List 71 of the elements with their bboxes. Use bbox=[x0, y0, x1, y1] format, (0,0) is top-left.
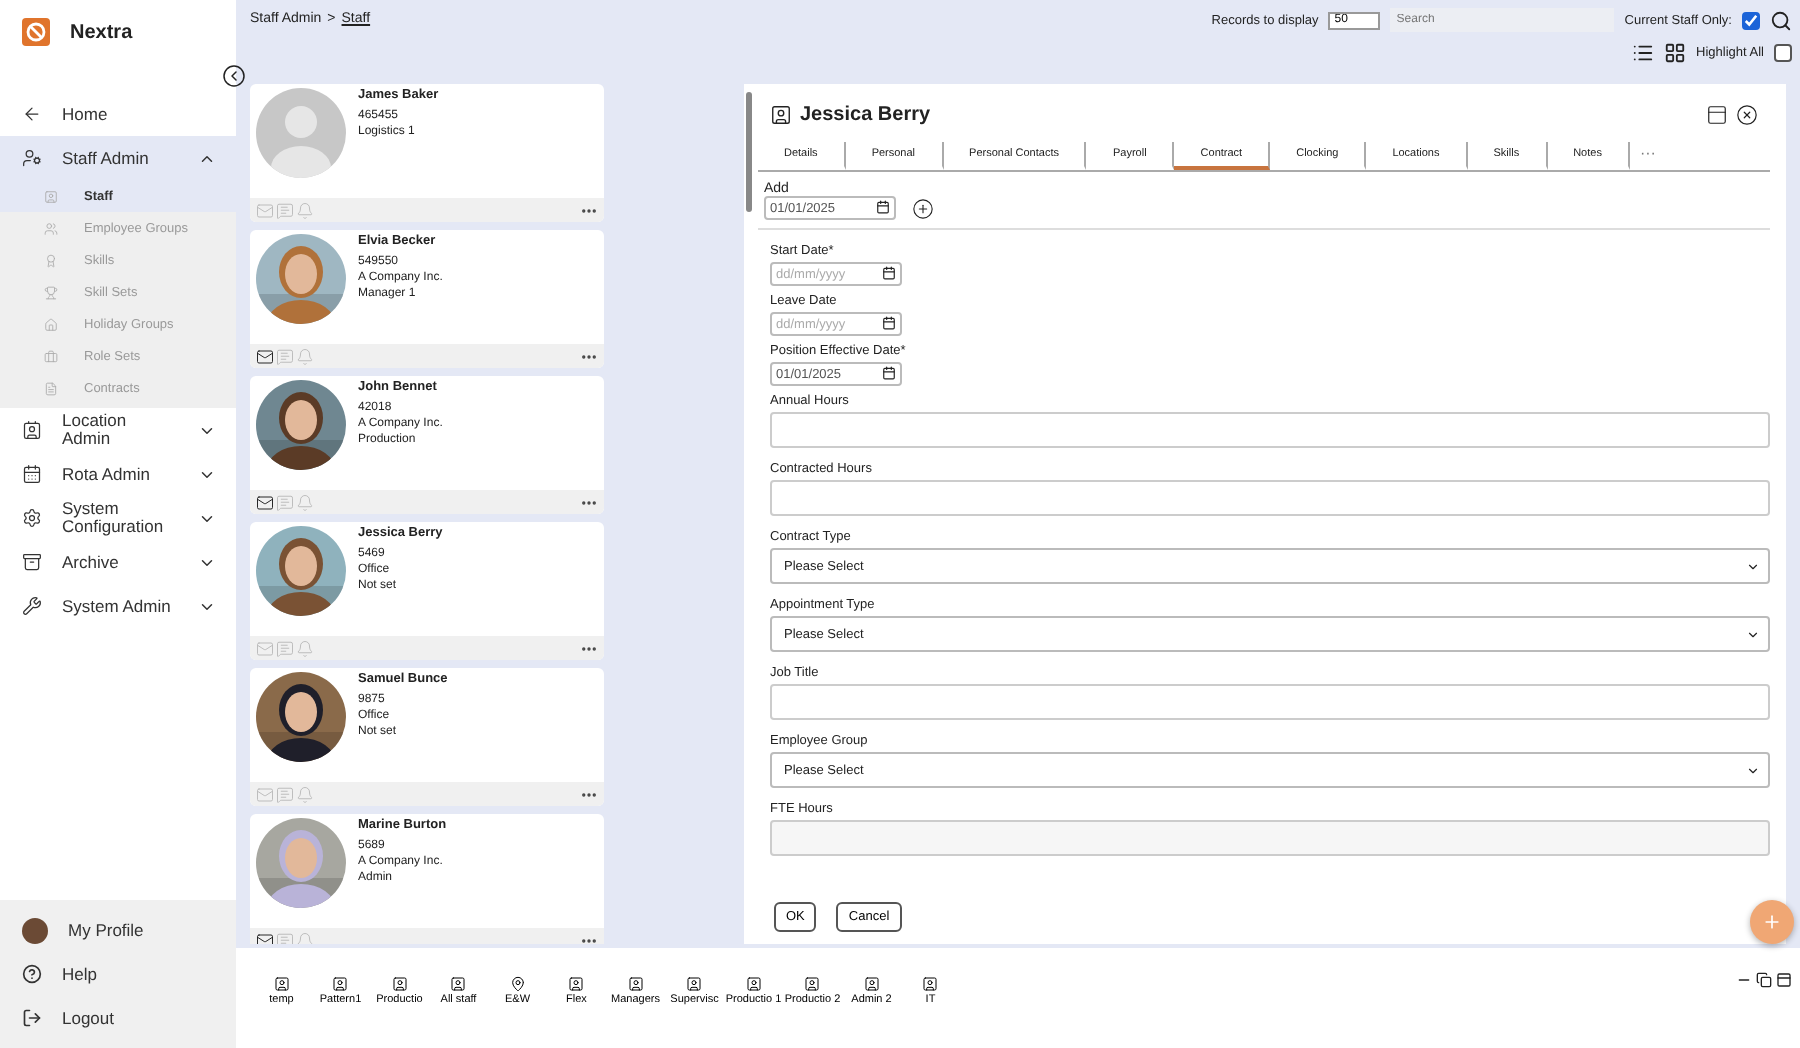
nav-item[interactable]: My Profile bbox=[0, 908, 236, 952]
input-field[interactable] bbox=[770, 480, 1770, 516]
grid-view-icon[interactable] bbox=[1664, 42, 1687, 64]
person-icon bbox=[391, 976, 408, 992]
nav-icon bbox=[22, 464, 42, 484]
more-tabs[interactable]: ··· bbox=[1629, 144, 1666, 162]
highlight-checkbox[interactable] bbox=[1774, 44, 1792, 62]
calendar-icon[interactable] bbox=[876, 200, 890, 214]
nav-item[interactable]: Rota Admin bbox=[0, 452, 236, 496]
nav-item[interactable]: Help bbox=[0, 952, 236, 996]
chevron-down-icon bbox=[1746, 627, 1760, 641]
nav-icon bbox=[22, 420, 42, 440]
nav-icon bbox=[44, 381, 58, 395]
person-icon bbox=[863, 976, 880, 992]
restore-icon[interactable] bbox=[1756, 972, 1772, 988]
person-icon bbox=[770, 103, 792, 125]
mail-icon[interactable] bbox=[256, 493, 274, 511]
nav-icon bbox=[44, 349, 58, 363]
person-icon bbox=[745, 976, 762, 992]
nav-icon bbox=[22, 104, 42, 124]
panel-layout-icon[interactable] bbox=[1776, 972, 1792, 988]
nav-icon bbox=[44, 285, 58, 299]
search-icon[interactable] bbox=[1770, 9, 1792, 31]
help-icon bbox=[22, 964, 42, 984]
input-field[interactable] bbox=[770, 412, 1770, 448]
person-icon bbox=[686, 976, 703, 992]
person-icon bbox=[922, 976, 939, 992]
nav-icon bbox=[44, 189, 58, 203]
nav-icon bbox=[22, 596, 42, 616]
panel-title: Jessica Berry bbox=[800, 103, 933, 125]
scrollbar-thumb[interactable] bbox=[746, 92, 752, 212]
mail-icon[interactable] bbox=[256, 931, 274, 944]
map-pin-icon bbox=[509, 976, 526, 992]
nav-icon bbox=[22, 552, 42, 572]
nav-icon bbox=[44, 221, 58, 235]
collapse-icon[interactable] bbox=[222, 64, 246, 88]
person-icon bbox=[804, 976, 821, 992]
nav-icon bbox=[22, 148, 42, 168]
list-view-icon[interactable] bbox=[1632, 42, 1655, 64]
nav-item[interactable]: Logout bbox=[0, 996, 236, 1040]
add-icon[interactable] bbox=[912, 197, 934, 219]
nav-item[interactable]: Location Admin bbox=[0, 408, 236, 452]
calendar-icon[interactable] bbox=[882, 366, 896, 380]
nav-item[interactable]: Staff Admin bbox=[0, 136, 236, 180]
person-icon bbox=[332, 976, 349, 992]
nav-icon bbox=[44, 317, 58, 331]
avatar-icon bbox=[22, 917, 48, 943]
input-field[interactable] bbox=[770, 820, 1770, 856]
calendar-icon[interactable] bbox=[882, 266, 896, 280]
close-icon[interactable] bbox=[1736, 103, 1758, 125]
nav-item[interactable]: System Admin bbox=[0, 584, 236, 628]
person-icon bbox=[627, 976, 644, 992]
avatar-placeholder-icon bbox=[256, 88, 346, 178]
chevron-down-icon bbox=[1746, 763, 1760, 777]
mail-icon[interactable] bbox=[256, 347, 274, 365]
nav-icon bbox=[44, 253, 58, 267]
current-staff-checkbox[interactable] bbox=[1742, 11, 1760, 29]
logo-icon bbox=[22, 18, 50, 46]
panel-layout-icon[interactable] bbox=[1706, 103, 1728, 125]
logout-icon bbox=[22, 1008, 42, 1028]
input-field[interactable] bbox=[770, 684, 1770, 720]
chevron-down-icon bbox=[1746, 559, 1760, 573]
nav-item[interactable]: Archive bbox=[0, 540, 236, 584]
nav-item[interactable]: System Configuration bbox=[0, 496, 236, 540]
person-icon bbox=[568, 976, 585, 992]
calendar-icon[interactable] bbox=[882, 316, 896, 330]
nav-item[interactable]: Home bbox=[0, 92, 236, 136]
person-icon bbox=[450, 976, 467, 992]
nav-icon bbox=[22, 508, 42, 528]
brand-name: Nextra bbox=[70, 21, 133, 43]
person-icon bbox=[273, 976, 290, 992]
